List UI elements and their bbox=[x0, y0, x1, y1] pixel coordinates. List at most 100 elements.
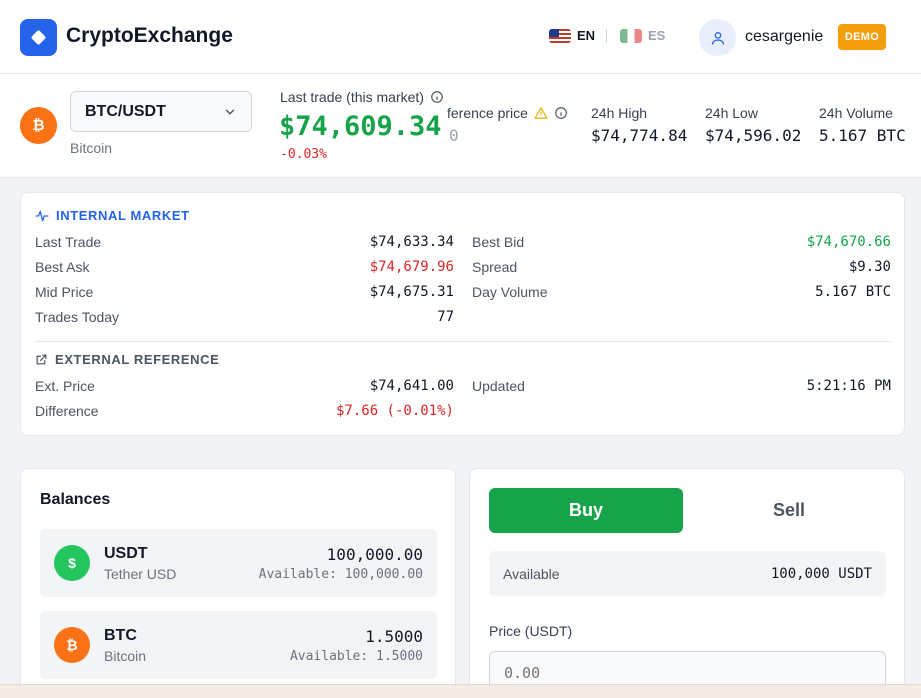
language-en-label: EN bbox=[577, 28, 596, 43]
kv-spread: Spread $9.30 bbox=[472, 257, 891, 277]
bitcoin-coin-icon: ₿ bbox=[54, 627, 90, 663]
language-en-button[interactable]: EN bbox=[549, 28, 595, 43]
kv-trades-today: Trades Today 77 bbox=[35, 307, 454, 327]
balances-card: Balances $ USDT Tether USD 100,000.00 Av… bbox=[20, 468, 456, 698]
sell-tab[interactable]: Sell bbox=[692, 488, 886, 533]
user-icon bbox=[711, 31, 724, 45]
kv-value: $7.66 (-0.01%) bbox=[335, 403, 454, 419]
info-icon[interactable] bbox=[430, 90, 444, 104]
kv-best-ask: Best Ask $74,679.96 bbox=[35, 257, 454, 277]
kv-updated: Updated 5:21:16 PM bbox=[472, 376, 891, 396]
user-avatar[interactable] bbox=[699, 19, 736, 56]
market-details-card: INTERNAL MARKET Last Trade $74,633.34 Be… bbox=[20, 192, 905, 436]
demo-badge: DEMO bbox=[838, 24, 886, 50]
price-field-label: Price (USDT) bbox=[489, 623, 573, 639]
balance-available: Available: 100,000.00 bbox=[258, 567, 423, 582]
balance-available: Available: 1.5000 bbox=[289, 649, 423, 664]
stat-label: 24h Volume bbox=[819, 105, 893, 121]
stat-label: 24h Low bbox=[705, 105, 758, 121]
kv-mid-price: Mid Price $74,675.31 bbox=[35, 282, 454, 302]
reference-price-value: 0 bbox=[449, 126, 459, 145]
language-separator bbox=[606, 29, 607, 43]
kv-label: Spread bbox=[472, 259, 518, 275]
pair-selector[interactable]: BTC/USDT bbox=[70, 91, 252, 132]
external-reference-heading: EXTERNAL REFERENCE bbox=[35, 352, 219, 367]
top-navbar: CryptoExchange EN ES cesargenie DEMO bbox=[0, 0, 921, 74]
balances-title: Balances bbox=[40, 491, 111, 508]
balance-amount: 100,000.00 bbox=[326, 545, 423, 564]
pair-selector-value: BTC/USDT bbox=[85, 102, 166, 120]
reference-price-label: ference price bbox=[447, 105, 568, 121]
kv-difference: Difference $7.66 (-0.01%) bbox=[35, 401, 454, 421]
stat-24h-low: 24h Low $74,596.02 bbox=[705, 105, 801, 145]
internal-market-heading: INTERNAL MARKET bbox=[35, 208, 190, 223]
available-balance-row: Available 100,000 USDT bbox=[489, 551, 886, 596]
balance-name: Tether USD bbox=[104, 566, 177, 582]
balance-amount: 1.5000 bbox=[365, 627, 423, 646]
kv-value: $74,679.96 bbox=[369, 259, 454, 275]
username[interactable]: cesargenie bbox=[745, 28, 823, 46]
order-form-card: Buy Sell Available 100,000 USDT Price (U… bbox=[469, 468, 905, 698]
diamond-logo-icon[interactable] bbox=[20, 19, 57, 56]
section-divider bbox=[35, 341, 891, 342]
kv-value: $74,641.00 bbox=[369, 378, 454, 394]
kv-label: Best Ask bbox=[35, 259, 90, 275]
balance-item-usdt: $ USDT Tether USD 100,000.00 Available: … bbox=[40, 529, 437, 597]
language-es-label: ES bbox=[648, 28, 666, 43]
us-flag-icon bbox=[549, 28, 571, 43]
taskbar-strip bbox=[0, 684, 921, 698]
kv-label: Difference bbox=[35, 403, 99, 419]
reference-price-label-text: ference price bbox=[447, 105, 528, 121]
last-trade-change: -0.03% bbox=[280, 147, 327, 162]
external-reference-title: EXTERNAL REFERENCE bbox=[55, 352, 220, 367]
kv-value: $74,670.66 bbox=[806, 234, 891, 250]
stat-label: 24h High bbox=[591, 105, 648, 121]
balance-symbol: USDT bbox=[104, 545, 148, 562]
last-trade-label-text: Last trade (this market) bbox=[280, 89, 424, 105]
stat-24h-high: 24h High $74,774.84 bbox=[591, 105, 687, 145]
last-trade-block: Last trade (this market) $74,609.34 -0.0… bbox=[268, 74, 446, 177]
last-trade-price: $74,609.34 bbox=[279, 111, 442, 142]
kv-value: 5.167 BTC bbox=[815, 284, 891, 300]
market-summary-bar: ₿ BTC/USDT Bitcoin ference price 0 Last … bbox=[0, 74, 921, 178]
balance-name: Bitcoin bbox=[104, 648, 147, 664]
usdt-coin-icon: $ bbox=[54, 545, 90, 581]
activity-icon bbox=[35, 210, 49, 221]
available-label: Available bbox=[503, 565, 560, 582]
kv-label: Ext. Price bbox=[35, 378, 95, 394]
brand-name[interactable]: CryptoExchange bbox=[66, 24, 233, 48]
balance-symbol: BTC bbox=[104, 627, 137, 644]
kv-label: Updated bbox=[472, 378, 525, 394]
kv-value: $74,675.31 bbox=[369, 284, 454, 300]
kv-day-volume: Day Volume 5.167 BTC bbox=[472, 282, 891, 302]
kv-label: Trades Today bbox=[35, 309, 120, 325]
available-value: 100,000 USDT bbox=[770, 565, 872, 582]
pair-coin-name: Bitcoin bbox=[70, 140, 113, 156]
bitcoin-coin-icon: ₿ bbox=[20, 107, 57, 144]
external-link-icon bbox=[36, 354, 47, 365]
kv-label: Day Volume bbox=[472, 284, 548, 300]
warning-icon bbox=[534, 107, 548, 119]
chevron-down-icon bbox=[225, 109, 235, 114]
kv-last-trade: Last Trade $74,633.34 bbox=[35, 232, 454, 252]
kv-label: Last Trade bbox=[35, 234, 102, 250]
mx-flag-icon bbox=[620, 28, 642, 43]
info-icon[interactable] bbox=[554, 106, 568, 120]
stat-value: $74,596.02 bbox=[705, 126, 802, 145]
last-trade-label: Last trade (this market) bbox=[280, 89, 444, 105]
stat-value: $74,774.84 bbox=[591, 126, 688, 145]
buy-tab[interactable]: Buy bbox=[489, 488, 683, 533]
kv-value: $9.30 bbox=[848, 259, 891, 275]
balance-item-btc: ₿ BTC Bitcoin 1.5000 Available: 1.5000 bbox=[40, 611, 437, 679]
internal-market-title: INTERNAL MARKET bbox=[56, 208, 190, 223]
kv-label: Best Bid bbox=[472, 234, 525, 250]
language-es-button[interactable]: ES bbox=[620, 28, 665, 43]
kv-value: $74,633.34 bbox=[369, 234, 454, 250]
stat-24h-volume: 24h Volume 5.167 BTC bbox=[819, 105, 906, 145]
kv-best-bid: Best Bid $74,670.66 bbox=[472, 232, 891, 252]
stat-value: 5.167 BTC bbox=[819, 126, 906, 145]
kv-label: Mid Price bbox=[35, 284, 94, 300]
kv-value: 77 bbox=[437, 309, 454, 325]
kv-ext-price: Ext. Price $74,641.00 bbox=[35, 376, 454, 396]
kv-value: 5:21:16 PM bbox=[806, 378, 891, 394]
